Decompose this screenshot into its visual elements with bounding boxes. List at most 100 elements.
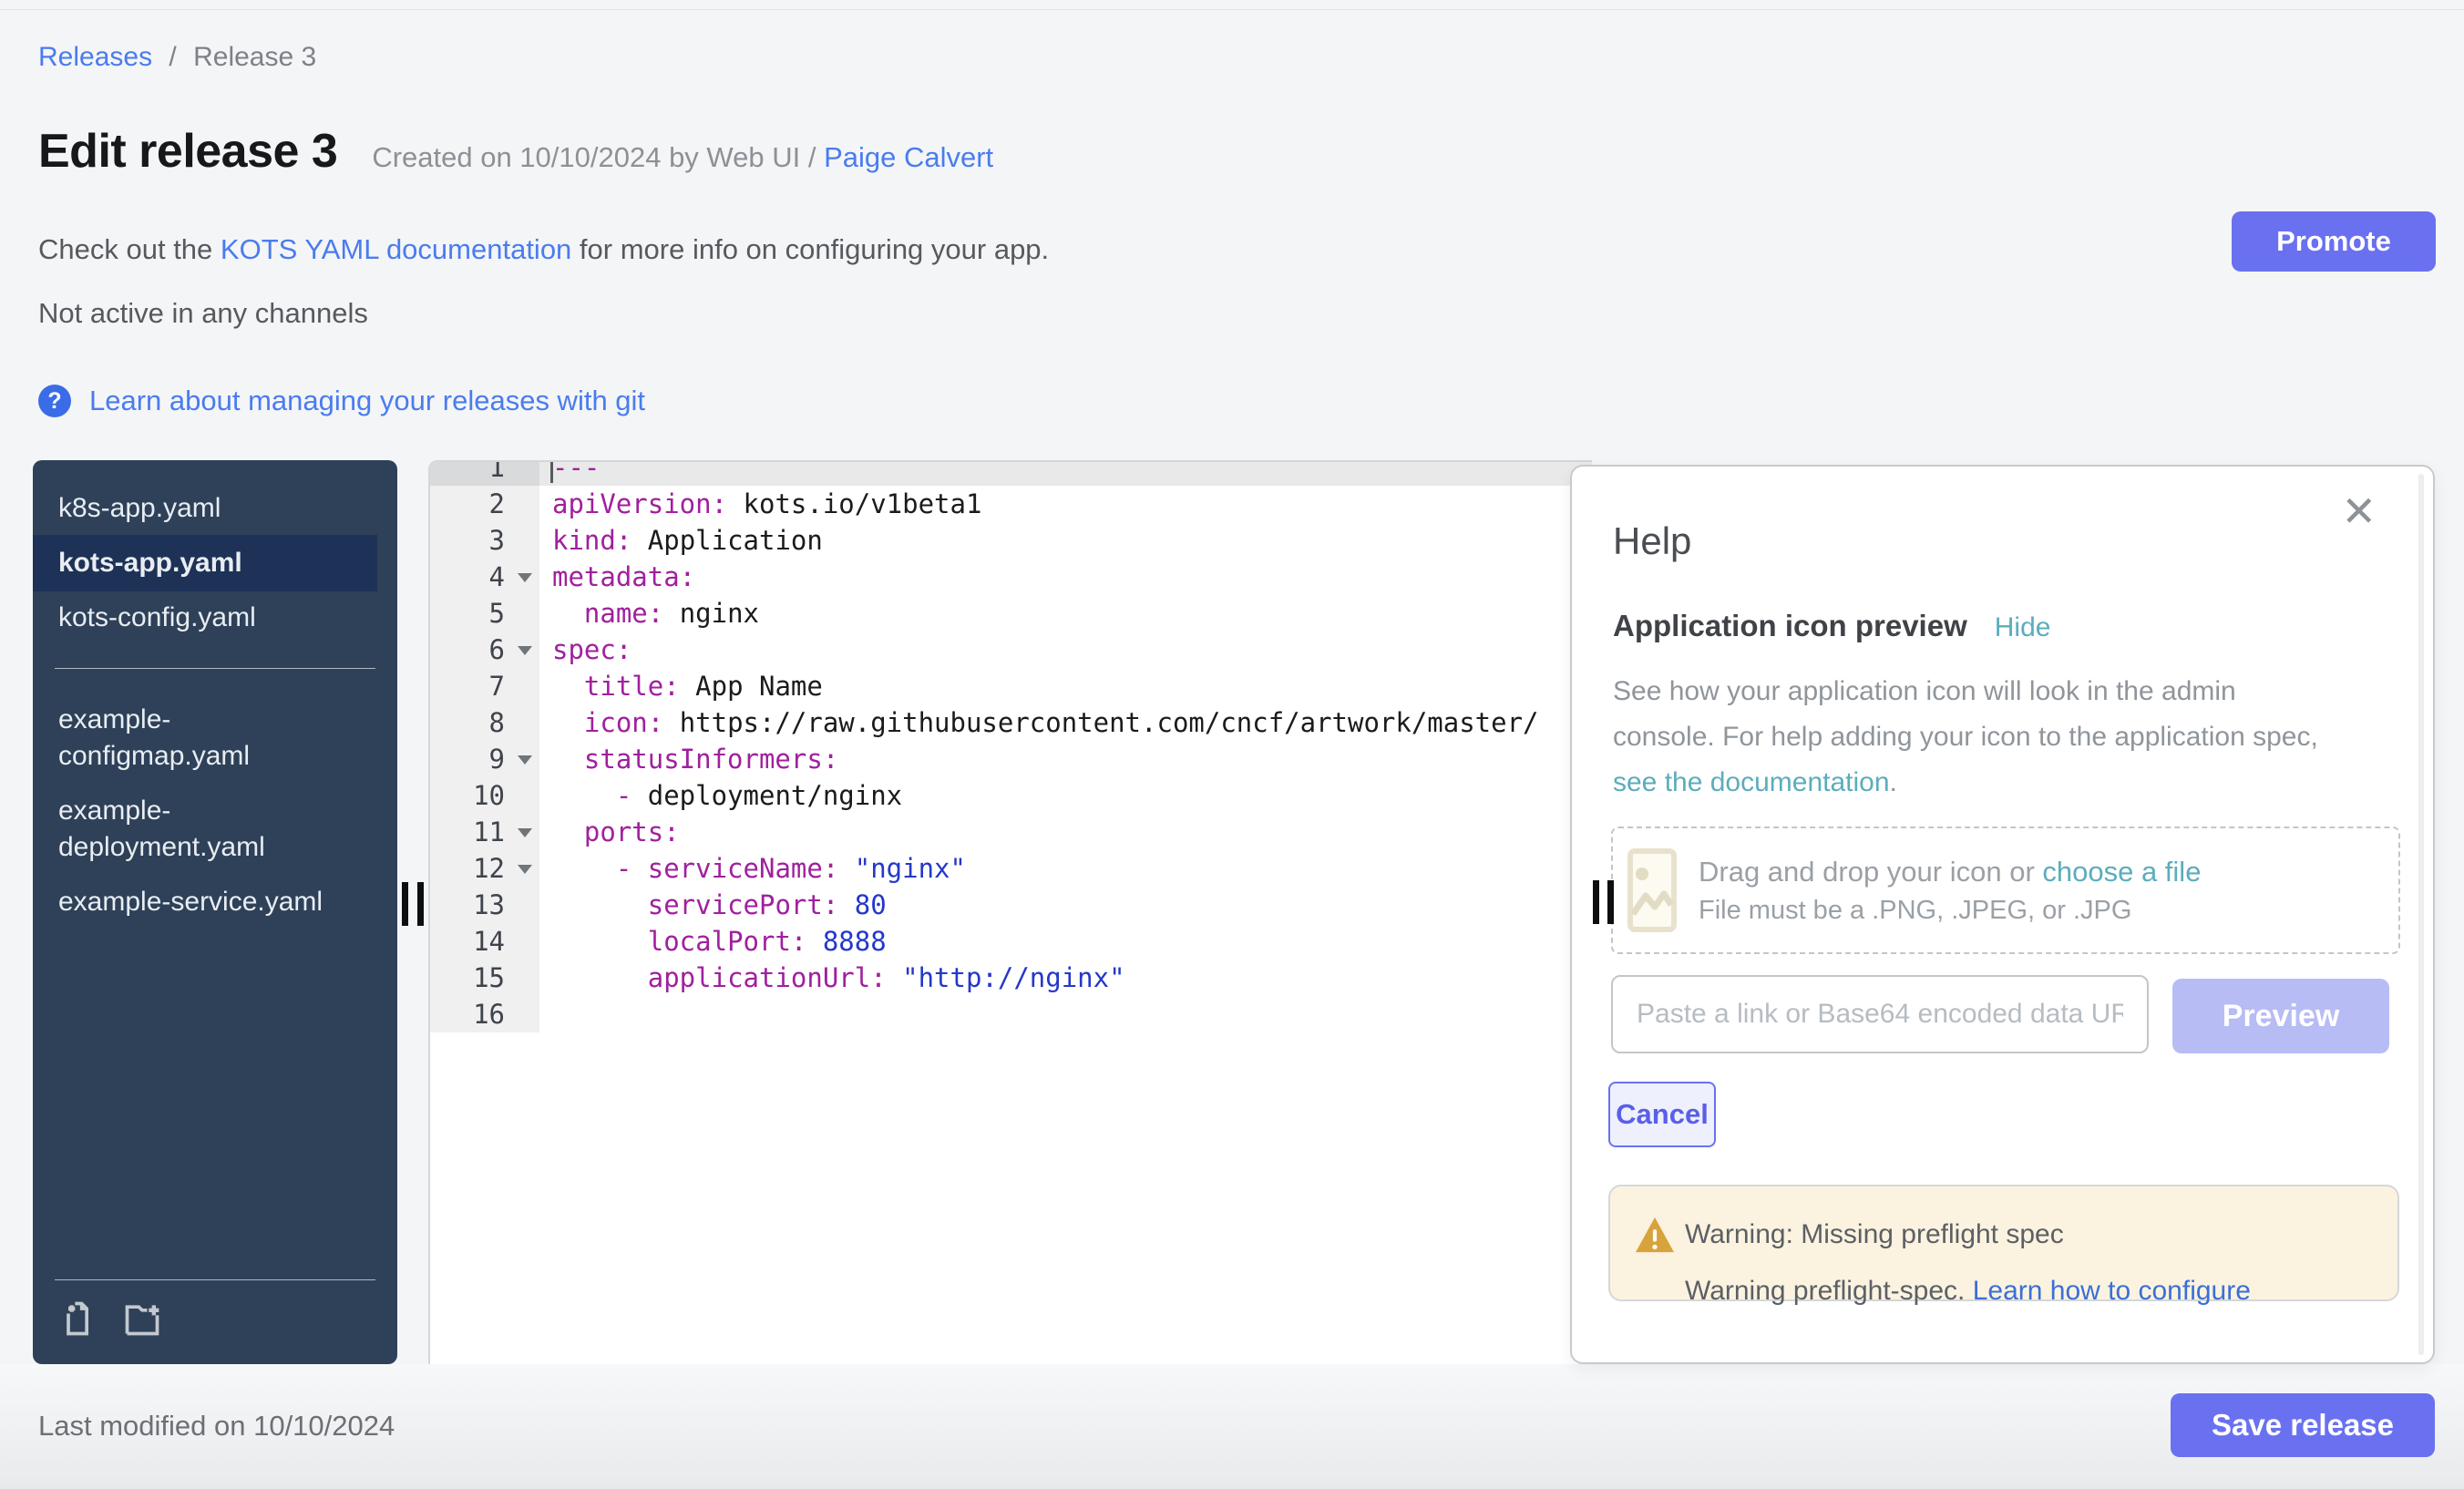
- file-sidebar: k8s-app.yamlkots-app.yamlkots-config.yam…: [33, 460, 397, 1364]
- cancel-button[interactable]: Cancel: [1608, 1082, 1716, 1147]
- code-line-8[interactable]: icon: https://raw.githubusercontent.com/…: [539, 704, 1592, 741]
- code-line-13[interactable]: servicePort: 80: [539, 887, 1592, 923]
- gutter-line-12: 12: [430, 850, 539, 887]
- hide-link[interactable]: Hide: [1995, 612, 2051, 643]
- fold-arrow-icon[interactable]: [518, 755, 532, 765]
- code-line-16[interactable]: [539, 996, 1592, 1032]
- sidebar-file-example-configmap.yaml[interactable]: example-configmap.yaml: [33, 693, 397, 784]
- file-list-primary: k8s-app.yamlkots-app.yamlkots-config.yam…: [33, 460, 397, 644]
- promote-button[interactable]: Promote: [2232, 211, 2436, 272]
- help-panel: ✕ Help Application icon preview Hide See…: [1570, 465, 2435, 1364]
- see-documentation-link[interactable]: see the documentation: [1613, 767, 1890, 797]
- sidebar-file-example-service.yaml[interactable]: example-service.yaml: [33, 875, 397, 929]
- gutter-line-13: 13: [430, 887, 539, 923]
- doc-suffix: .: [1890, 767, 1897, 797]
- text-cursor: [550, 460, 553, 483]
- sidebar-file-kots-app.yaml[interactable]: kots-app.yaml: [33, 535, 377, 591]
- created-meta: Created on 10/10/2024 by Web UI / Paige …: [372, 141, 993, 174]
- code-line-2[interactable]: apiVersion: kots.io/v1beta1: [539, 486, 1592, 522]
- top-divider: [0, 9, 2464, 10]
- dropzone-text: Drag and drop your icon or: [1699, 856, 2042, 888]
- save-release-button[interactable]: Save release: [2171, 1393, 2435, 1457]
- gutter-line-16: 16: [430, 996, 539, 1032]
- gutter-line-1: 1: [430, 460, 539, 486]
- icon-url-input[interactable]: [1611, 975, 2149, 1053]
- learn-configure-link[interactable]: Learn how to configure: [1973, 1276, 2251, 1306]
- breadcrumb-current: Release 3: [193, 42, 316, 72]
- preview-button[interactable]: Preview: [2172, 979, 2389, 1053]
- sidebar-resize-handle[interactable]: [417, 882, 424, 926]
- breadcrumb-releases-link[interactable]: Releases: [38, 42, 152, 72]
- sidebar-file-kots-config.yaml[interactable]: kots-config.yaml: [33, 591, 397, 644]
- close-icon[interactable]: ✕: [2341, 490, 2377, 532]
- help-body-line1: See how your application icon will look …: [1613, 669, 2318, 714]
- editor-code-area[interactable]: ---apiVersion: kots.io/v1beta1kind: Appl…: [539, 460, 1592, 1032]
- help-body: See how your application icon will look …: [1613, 669, 2318, 806]
- gutter-line-9: 9: [430, 741, 539, 777]
- new-folder-icon[interactable]: [122, 1299, 162, 1339]
- code-line-6[interactable]: spec:: [539, 632, 1592, 668]
- docs-hint: Check out the KOTS YAML documentation fo…: [38, 233, 1049, 266]
- sidebar-divider: [55, 668, 375, 669]
- help-title: Help: [1613, 519, 1691, 563]
- code-line-3[interactable]: kind: Application: [539, 522, 1592, 559]
- page-title: Edit release 3: [38, 124, 337, 179]
- sidebar-file-example-deployment.yaml[interactable]: example-deployment.yaml: [33, 784, 397, 875]
- code-line-12[interactable]: - serviceName: "nginx": [539, 850, 1592, 887]
- git-releases-link[interactable]: ? Learn about managing your releases wit…: [38, 385, 645, 417]
- fold-arrow-icon[interactable]: [518, 828, 532, 837]
- code-line-14[interactable]: localPort: 8888: [539, 923, 1592, 960]
- editor-gutter: 12345678910111213141516: [430, 460, 539, 1032]
- warning-text: Warning preflight-spec.: [1685, 1276, 1973, 1306]
- help-resize-handle[interactable]: [1607, 880, 1614, 924]
- gutter-line-8: 8: [430, 704, 539, 741]
- code-line-10[interactable]: - deployment/nginx: [539, 777, 1592, 814]
- warning-icon: [1634, 1216, 1676, 1254]
- code-line-15[interactable]: applicationUrl: "http://nginx": [539, 960, 1592, 996]
- code-line-7[interactable]: title: App Name: [539, 668, 1592, 704]
- code-line-4[interactable]: metadata:: [539, 559, 1592, 595]
- fold-arrow-icon[interactable]: [518, 865, 532, 874]
- image-placeholder-icon: [1627, 848, 1677, 932]
- gutter-line-15: 15: [430, 960, 539, 996]
- created-text: Created on 10/10/2024 by Web UI /: [372, 141, 824, 173]
- help-body-line2: console. For help adding your icon to th…: [1613, 714, 2318, 760]
- gutter-line-2: 2: [430, 486, 539, 522]
- git-releases-label: Learn about managing your releases with …: [89, 385, 645, 417]
- sidebar-resize-handle[interactable]: [402, 882, 408, 926]
- gutter-line-6: 6: [430, 632, 539, 668]
- gutter-line-14: 14: [430, 923, 539, 960]
- icon-preview-title: Application icon preview: [1613, 609, 1967, 643]
- gutter-line-3: 3: [430, 522, 539, 559]
- kots-yaml-docs-link[interactable]: KOTS YAML documentation: [221, 233, 571, 265]
- help-scrollbar[interactable]: [2418, 474, 2424, 1355]
- fold-arrow-icon[interactable]: [518, 573, 532, 582]
- breadcrumb-separator: /: [169, 42, 176, 72]
- file-list-secondary: example-configmap.yamlexample-deployment…: [33, 693, 397, 929]
- icon-dropzone[interactable]: Drag and drop your icon or choose a file…: [1611, 827, 2400, 954]
- gutter-line-5: 5: [430, 595, 539, 632]
- sidebar-footer-divider: [55, 1279, 375, 1280]
- question-icon: ?: [38, 385, 71, 417]
- gutter-line-11: 11: [430, 814, 539, 850]
- code-line-11[interactable]: ports:: [539, 814, 1592, 850]
- gutter-line-4: 4: [430, 559, 539, 595]
- gutter-line-7: 7: [430, 668, 539, 704]
- code-line-1[interactable]: ---: [539, 460, 1592, 486]
- sidebar-footer: [33, 1279, 397, 1364]
- author-link[interactable]: Paige Calvert: [824, 141, 993, 173]
- choose-file-link[interactable]: choose a file: [2042, 856, 2201, 888]
- fold-arrow-icon[interactable]: [518, 646, 532, 655]
- footer-bar: Last modified on 10/10/2024 Save release: [0, 1364, 2464, 1489]
- dropzone-hint: File must be a .PNG, .JPEG, or .JPG: [1699, 896, 2201, 926]
- warning-title: Warning: Missing preflight spec: [1685, 1219, 2064, 1250]
- code-line-9[interactable]: statusInformers:: [539, 741, 1592, 777]
- code-line-5[interactable]: name: nginx: [539, 595, 1592, 632]
- title-row: Edit release 3 Created on 10/10/2024 by …: [38, 124, 993, 179]
- help-resize-handle[interactable]: [1593, 880, 1599, 924]
- new-file-icon[interactable]: [58, 1299, 98, 1339]
- breadcrumb: Releases / Release 3: [38, 42, 316, 73]
- channel-status: Not active in any channels: [38, 297, 368, 330]
- sidebar-file-k8s-app.yaml[interactable]: k8s-app.yaml: [33, 482, 397, 535]
- last-modified-text: Last modified on 10/10/2024: [38, 1410, 395, 1443]
